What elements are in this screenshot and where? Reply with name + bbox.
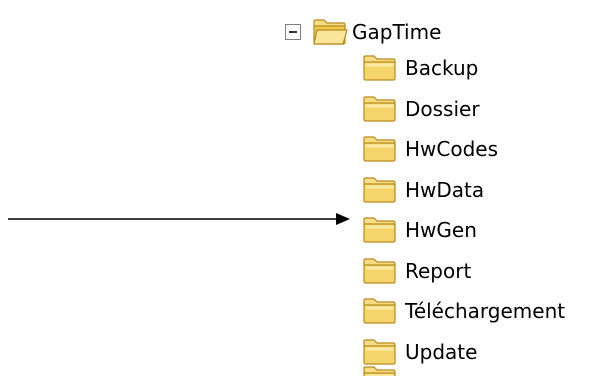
tree-node-label: Dossier <box>405 96 480 121</box>
tree-node-label: HwData <box>405 177 485 202</box>
folder-icon <box>362 135 398 163</box>
tree-node-hwgen[interactable]: HwGen <box>362 210 565 251</box>
folder-icon <box>362 216 398 244</box>
folder-icon <box>362 338 398 366</box>
tree-node-hwcodes[interactable]: HwCodes <box>362 129 565 170</box>
folder-icon <box>362 95 398 123</box>
tree-node-label: Téléchargement <box>405 299 566 324</box>
tree-node-gaptime[interactable]: GapTime <box>285 12 441 52</box>
tree-node-dossier[interactable]: Dossier <box>362 89 565 130</box>
tree-node-label: GapTime <box>352 20 442 44</box>
folder-icon <box>362 176 398 204</box>
tree-node-report[interactable]: Report <box>362 251 565 292</box>
tree-node-hwdata[interactable]: HwData <box>362 170 565 211</box>
folder-icon <box>362 54 398 82</box>
tree-node-telechargement[interactable]: Téléchargement <box>362 291 565 332</box>
folder-icon <box>362 297 398 325</box>
tree-node-label: HwGen <box>405 218 477 243</box>
tree-node-label: Backup <box>405 56 479 81</box>
tree-node-label: HwCodes <box>405 137 499 162</box>
open-folder-icon <box>312 18 348 46</box>
right-arrow-icon <box>8 213 350 225</box>
tree-node-label: Update <box>405 339 478 364</box>
tree-children: Backup Dossier HwCodes HwData HwGen Repo… <box>362 48 565 372</box>
folder-icon <box>362 257 398 285</box>
tree-node-label: Report <box>405 258 472 283</box>
partial-folder-icon <box>362 365 398 376</box>
collapse-icon[interactable] <box>285 24 301 40</box>
tree-node-backup[interactable]: Backup <box>362 48 565 89</box>
